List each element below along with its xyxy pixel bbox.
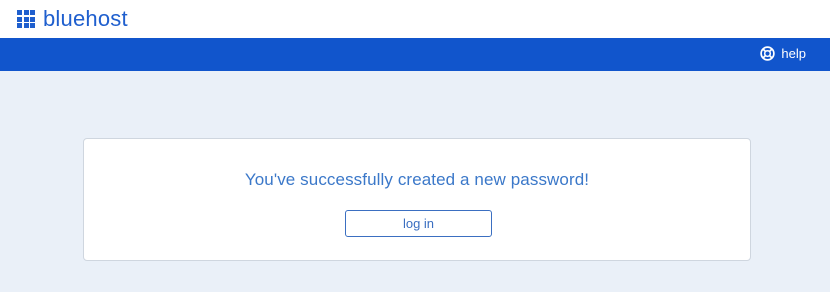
bluehost-logo[interactable]: bluehost: [17, 7, 128, 31]
main-content: You've successfully created a new passwo…: [0, 71, 830, 292]
top-header: bluehost: [0, 0, 830, 38]
logo-text: bluehost: [43, 6, 128, 31]
success-message: You've successfully created a new passwo…: [244, 170, 590, 189]
grid-logo-icon: [17, 10, 35, 28]
success-card: You've successfully created a new passwo…: [83, 138, 751, 261]
login-button[interactable]: log in: [345, 210, 492, 237]
nav-bar: help: [0, 38, 830, 71]
help-link[interactable]: help: [760, 46, 806, 61]
help-label: help: [781, 46, 806, 61]
lifebuoy-icon: [760, 46, 776, 61]
